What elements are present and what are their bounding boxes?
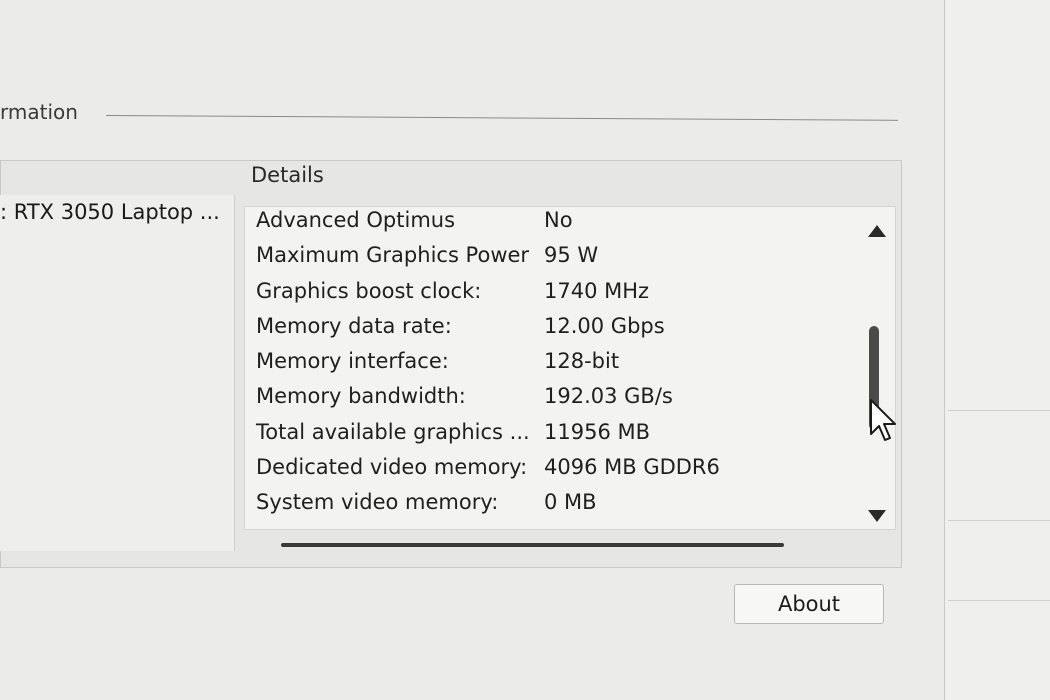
background-line [948,520,1050,521]
about-button[interactable]: About [734,584,884,624]
detail-key: Memory data rate: [256,314,452,338]
detail-value: 0 MB [544,490,597,514]
detail-value: 95 W [544,243,599,267]
detail-value: 11956 MB [544,420,651,444]
horizontal-scrollbar-thumb[interactable] [281,543,784,547]
component-list[interactable] [0,195,235,551]
detail-key: Advanced Optimus [256,208,456,232]
scroll-up-icon[interactable] [862,220,892,242]
detail-key: Memory interface: [256,349,449,373]
detail-key: Total available graphics ... [256,420,530,444]
background-window [944,0,1050,700]
background-line [948,600,1050,601]
scroll-down-icon[interactable] [862,505,892,527]
detail-value: 4096 MB GDDR6 [544,455,720,479]
detail-value: 192.03 GB/s [544,384,673,408]
detail-key: Maximum Graphics Power [256,243,530,267]
component-list-item[interactable]: : RTX 3050 Laptop ... [0,200,220,224]
detail-value: 12.00 Gbps [544,314,665,338]
detail-key: Dedicated video memory: [256,455,528,479]
background-line [948,410,1050,411]
detail-value: No [544,208,573,232]
group-title: rmation [0,100,78,124]
detail-value: 1740 MHz [544,279,650,303]
details-column-header[interactable]: Details [251,163,324,187]
mouse-pointer-icon [870,399,896,441]
detail-value: 128-bit [544,349,620,373]
detail-key: Graphics boost clock: [256,279,482,303]
detail-key: Memory bandwidth: [256,384,466,408]
detail-key: System video memory: [256,490,499,514]
